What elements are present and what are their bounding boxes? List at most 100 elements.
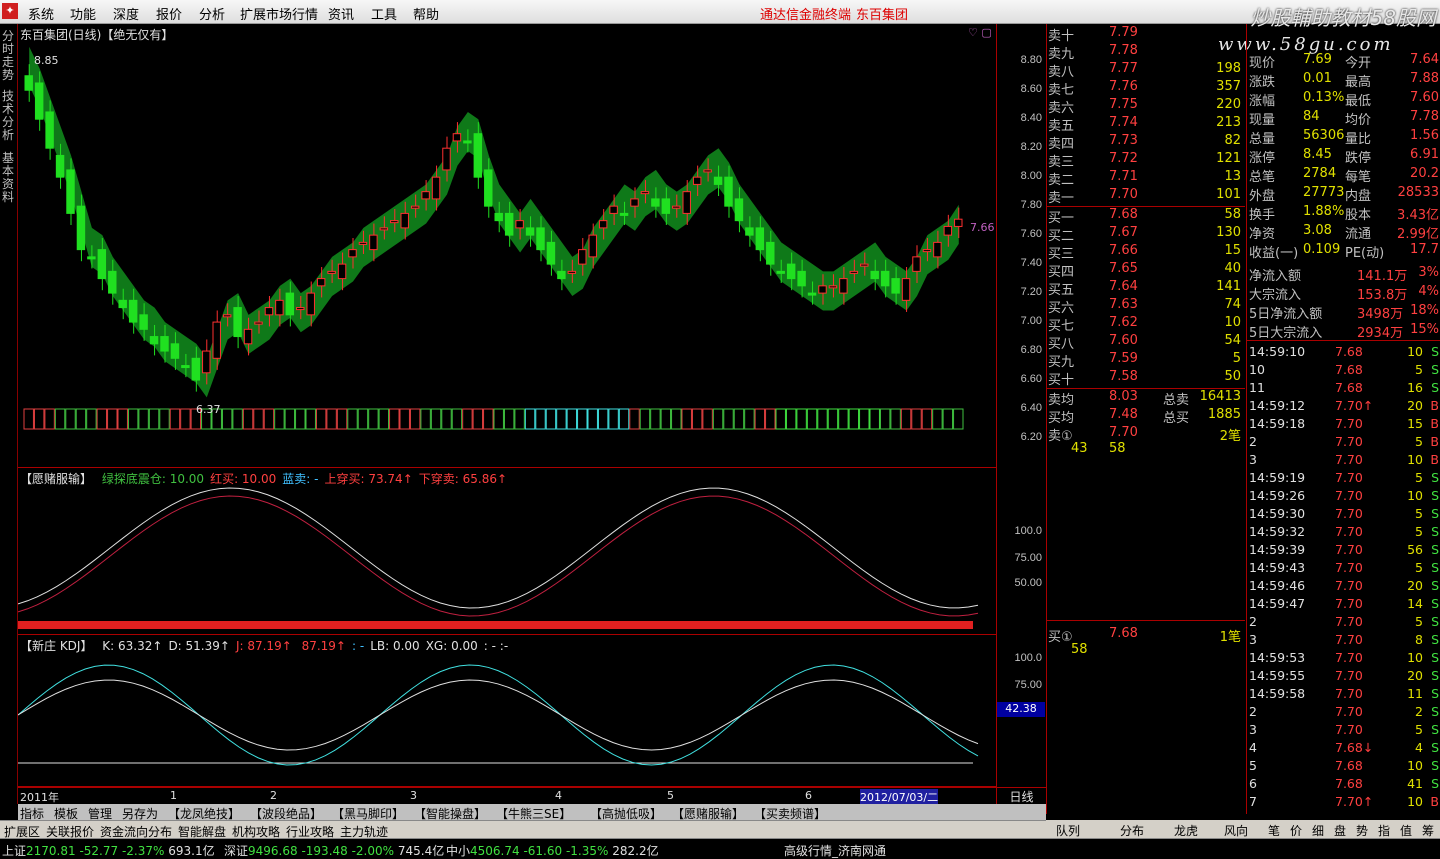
quote-tab[interactable]: 细 [1312,822,1324,839]
stat-row: 现量 84 均价 7.78 [1247,109,1440,128]
stat-cell: 总笔 [1249,170,1276,185]
menu-function[interactable]: 功能 [70,4,96,23]
tick-time: 6 [1249,776,1257,791]
menu-quote[interactable]: 报价 [156,4,182,23]
candle-body [128,299,138,323]
high-label: 8.85 [34,54,59,67]
signal-bar [263,408,275,430]
signal-bar [817,408,828,430]
candle-body [390,220,399,224]
candle-body [212,321,221,359]
candle-body [504,212,514,236]
price-tick: 8.60 [1020,83,1042,96]
period-label[interactable]: 日线 [996,787,1046,804]
bid-row: 买四 7.65 40 [1047,261,1245,280]
candle-body [651,198,660,207]
ob-label: 买七 [1048,319,1075,334]
tick-vol: 10 [1407,794,1423,809]
tick-price: 7.70 [1335,542,1363,557]
tab-fundamentals[interactable]: 基本资料 [2,152,16,204]
candle-body [776,270,785,274]
tab-technical[interactable]: 技术分析 [2,90,16,142]
flow-pct: 15% [1410,322,1439,337]
ob-price: 7.48 [1109,407,1138,422]
tick-row: 14:59:58 7.70 11 S [1247,686,1440,704]
quote-tab[interactable]: 值 [1400,822,1412,839]
signal-bar [221,408,233,430]
quote-tab[interactable]: 风向 [1224,822,1248,839]
candle-body [619,212,629,216]
tick-row: 6 7.68 41 S [1247,776,1440,794]
tick-time: 14:59:19 [1249,470,1306,485]
candle-body [170,343,180,359]
signal-bar [650,408,661,430]
indicator1-panel[interactable]: 【愿赌服输】 绿探底震仓: 10.00 红买: 10.00 蓝卖: - 上穿买: 73… [18,468,996,635]
tick-vol: 41 [1407,776,1423,791]
kdj-name: 【新庄 KDJ】 [20,639,93,653]
tick-side: S [1431,758,1439,773]
heart-icon[interactable]: ♡ ▢ [968,26,992,39]
tick-time: 14:59:46 [1249,578,1306,593]
low-label: 6.37 [196,403,221,416]
menu-news[interactable]: 资讯 [328,4,354,23]
tick-price: 7.70 [1335,470,1363,485]
avg-row: 买均 7.48 1885 总买 [1047,407,1245,426]
signal-bar [315,408,327,430]
menu-tools[interactable]: 工具 [371,4,397,23]
date-label: 2012/07/03/二 [860,789,939,805]
quote-tab[interactable]: 分布 [1120,822,1144,839]
quote-tab[interactable]: 价 [1290,822,1302,839]
stat-cell: 3.43亿 [1397,208,1439,223]
menu-extended-market[interactable]: 扩展市场行情 [240,4,318,23]
stat-cell: 3.08 [1303,223,1332,238]
quote-tab[interactable]: 势 [1356,822,1368,839]
menu-help[interactable]: 帮助 [413,4,439,23]
quote-tab[interactable]: 筹 [1422,822,1434,839]
quote-tab[interactable]: 指 [1378,822,1390,839]
flow-row: 5日净流入额 3498万 18% [1247,303,1440,322]
menu-analysis[interactable]: 分析 [199,4,225,23]
stat-cell: 1.56 [1410,128,1439,143]
tick-time: 3 [1249,632,1257,647]
signal-bar [409,408,421,430]
quote-tab[interactable]: 盘 [1334,822,1346,839]
ob-price: 7.77 [1109,61,1138,76]
tick-time: 5 [1249,758,1257,773]
signal-bar [54,408,66,430]
ob-volume: 357 [1216,79,1241,94]
stat-divider [1247,340,1440,341]
buy1-queue: 58 [1071,642,1088,657]
tick-side: S [1431,470,1439,485]
tick-vol: 5 [1415,470,1423,485]
kdj-item: : - [352,639,365,653]
tick-side: S [1431,596,1439,611]
tick-side: S [1431,614,1439,629]
tab-intraday[interactable]: 分时走势 [2,30,16,82]
menu-system[interactable]: 系统 [28,4,54,23]
tick-row: 3 7.70 10 B [1247,452,1440,470]
tick-row: 14:59:53 7.70 10 S [1247,650,1440,668]
tick-price: 7.70 [1335,668,1363,683]
price-panel[interactable]: 东百集团(日线)【绝无仅有】 8.85 6.37 7.66 ♡ ▢ [18,24,996,468]
sell1-queue: 43 58 [1071,441,1126,456]
ind1-item: 下穿卖: 65.86↑ [418,472,508,486]
ob-label: 买一 [1048,211,1075,226]
stat-cell: 均价 [1345,113,1372,128]
tick-side: S [1431,686,1439,701]
broker-title: 通达信金融终端 [760,8,852,23]
quote-tab[interactable]: 龙虎 [1174,822,1198,839]
menu-bar: ✦ 系统 功能 深度 报价 分析 扩展市场行情 资讯 工具 帮助 通达信金融终端… [0,0,1440,30]
signal-bar [566,408,578,430]
ob-label: 买均 [1048,411,1075,426]
tick-price: 7.70 [1335,452,1363,467]
menu-depth[interactable]: 深度 [113,4,139,23]
candle-body [348,249,357,258]
candlestick-chart[interactable] [18,24,996,468]
quote-tab[interactable]: 笔 [1268,822,1280,839]
kdj-panel[interactable]: 【新庄 KDJ】 K: 63.32↑ D: 51.39↑ J: 87.19↑ 87.… [18,635,996,787]
tick-side: S [1431,560,1439,575]
flow-row: 净流入额 141.1万 3% [1247,265,1440,284]
candle-body [567,270,577,274]
ob-label: 买十 [1048,373,1075,388]
quote-tab[interactable]: 队列 [1056,822,1080,839]
